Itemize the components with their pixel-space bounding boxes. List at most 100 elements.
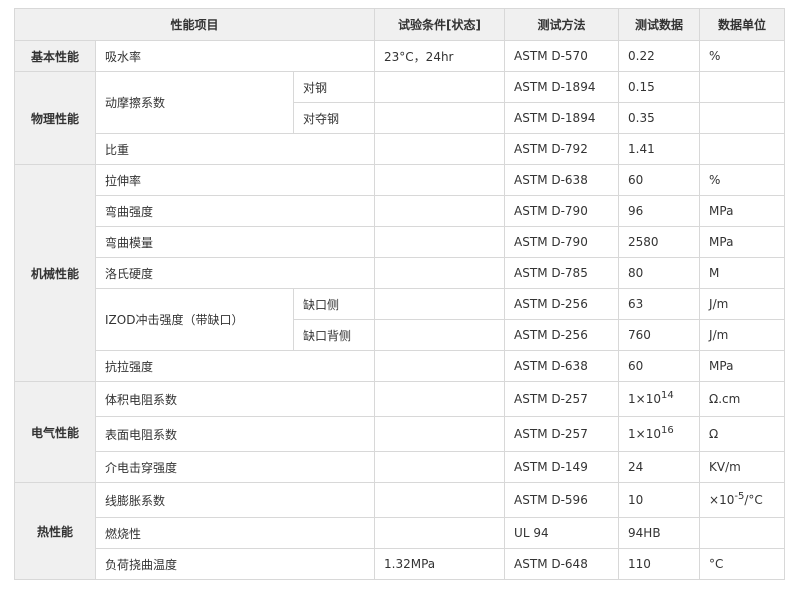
table-row: 基本性能 吸水率 23°C，24hr ASTM D-570 0.22 % xyxy=(14,40,786,72)
unit-tail: /°C xyxy=(744,493,763,507)
condition-cell xyxy=(374,517,506,549)
subitem-cell: 对夺钢 xyxy=(292,102,376,134)
unit-cell: MPa xyxy=(699,350,786,382)
item-cell: 表面电阻系数 xyxy=(94,416,376,452)
table-row: 负荷挠曲温度 1.32MPa ASTM D-648 110 °C xyxy=(15,548,786,580)
value-cell: 60 xyxy=(618,350,701,382)
item-cell: 体积电阻系数 xyxy=(94,381,376,417)
value-exponent: 16 xyxy=(661,425,674,436)
subitem-cell: 对钢 xyxy=(292,71,376,103)
value-cell: 1×1016 xyxy=(618,416,701,452)
condition-cell xyxy=(374,482,506,518)
method-cell: ASTM D-790 xyxy=(504,226,620,258)
method-cell: ASTM D-596 xyxy=(504,482,620,518)
condition-cell xyxy=(374,381,506,417)
unit-cell: J/m xyxy=(699,288,786,320)
condition-cell xyxy=(374,257,506,289)
method-cell: ASTM D-570 xyxy=(504,40,620,72)
category-thermal: 热性能 xyxy=(14,482,96,580)
unit-cell: KV/m xyxy=(699,451,786,483)
unit-cell: °C xyxy=(699,548,786,580)
table-row: 弯曲强度 ASTM D-790 96 MPa xyxy=(15,195,786,227)
value-cell: 80 xyxy=(618,257,701,289)
condition-cell xyxy=(374,164,506,196)
method-cell: ASTM D-648 xyxy=(504,548,620,580)
method-cell: ASTM D-149 xyxy=(504,451,620,483)
condition-cell xyxy=(374,350,506,382)
table-row: 电气性能 体积电阻系数 ASTM D-257 1×1014 Ω.cm xyxy=(14,381,786,483)
unit-cell xyxy=(699,102,786,134)
table-row: 弯曲模量 ASTM D-790 2580 MPa xyxy=(15,226,786,258)
item-cell: 燃烧性 xyxy=(94,517,376,549)
table-row: 燃烧性 UL 94 94HB xyxy=(15,517,786,549)
header-value: 测试数据 xyxy=(618,8,701,41)
condition-cell xyxy=(374,102,506,134)
value-base: 1×10 xyxy=(628,427,661,441)
unit-base: ×10 xyxy=(709,493,735,507)
unit-cell: Ω.cm xyxy=(699,381,786,417)
category-mechanical: 机械性能 xyxy=(14,164,96,382)
category-basic: 基本性能 xyxy=(14,40,96,72)
subitem-cell: 缺口侧 xyxy=(292,288,376,320)
condition-cell xyxy=(374,288,506,320)
unit-cell: Ω xyxy=(699,416,786,452)
unit-cell xyxy=(699,133,786,165)
method-cell: ASTM D-638 xyxy=(504,164,620,196)
item-cell: 拉伸率 xyxy=(94,164,376,196)
category-physical: 物理性能 xyxy=(14,71,96,165)
condition-cell xyxy=(374,71,506,103)
condition-cell xyxy=(374,451,506,483)
value-cell: 60 xyxy=(618,164,701,196)
header-method: 测试方法 xyxy=(504,8,620,41)
header-item: 性能项目 xyxy=(13,8,376,41)
condition-cell xyxy=(374,319,506,351)
method-cell: ASTM D-792 xyxy=(504,133,620,165)
value-cell: 760 xyxy=(618,319,701,351)
item-cell: 吸水率 xyxy=(94,40,376,72)
unit-cell xyxy=(699,517,786,549)
table-row: 比重 ASTM D-792 1.41 xyxy=(15,133,786,165)
value-cell: 0.22 xyxy=(618,40,701,72)
table-row: IZOD冲击强度（带缺口） 缺口侧 ASTM D-256 63 J/m xyxy=(15,288,786,351)
unit-cell: % xyxy=(699,40,786,72)
table-row: 物理性能 动摩擦系数 对钢 ASTM D-1894 0.15 xyxy=(14,71,786,165)
table-row: 洛氏硬度 ASTM D-785 80 M xyxy=(15,257,786,289)
method-cell: ASTM D-790 xyxy=(504,195,620,227)
value-cell: 2580 xyxy=(618,226,701,258)
unit-exponent: -5 xyxy=(734,491,745,502)
table-row: 机械性能 拉伸率 ASTM D-638 60 % xyxy=(14,164,786,382)
item-cell: 弯曲模量 xyxy=(94,226,376,258)
value-cell: 0.15 xyxy=(618,71,701,103)
method-cell: ASTM D-638 xyxy=(504,350,620,382)
item-cell: 介电击穿强度 xyxy=(94,451,376,483)
condition-cell xyxy=(374,416,506,452)
item-cell: 抗拉强度 xyxy=(94,350,376,382)
item-cell: 弯曲强度 xyxy=(94,195,376,227)
unit-cell xyxy=(699,71,786,103)
item-cell: 负荷挠曲温度 xyxy=(94,548,376,580)
condition-cell: 23°C，24hr xyxy=(374,40,506,72)
item-cell: IZOD冲击强度（带缺口） xyxy=(95,288,294,351)
condition-cell xyxy=(374,226,506,258)
unit-cell: ×10-5/°C xyxy=(699,482,786,518)
condition-cell: 1.32MPa xyxy=(374,548,506,580)
method-cell: ASTM D-256 xyxy=(504,319,620,351)
header-row: 性能项目 试验条件[状态] 测试方法 测试数据 数据单位 xyxy=(13,8,786,41)
table-row: 介电击穿强度 ASTM D-149 24 KV/m xyxy=(15,451,786,483)
method-cell: ASTM D-257 xyxy=(504,416,620,452)
item-cell: 洛氏硬度 xyxy=(94,257,376,289)
method-cell: ASTM D-785 xyxy=(504,257,620,289)
header-condition: 试验条件[状态] xyxy=(374,8,506,41)
value-cell: 1.41 xyxy=(618,133,701,165)
value-cell: 110 xyxy=(618,548,701,580)
unit-cell: M xyxy=(699,257,786,289)
value-exponent: 14 xyxy=(661,390,674,401)
method-cell: ASTM D-257 xyxy=(504,381,620,417)
value-cell: 10 xyxy=(618,482,701,518)
item-cell: 线膨胀系数 xyxy=(94,482,376,518)
value-base: 1×10 xyxy=(628,392,661,406)
method-cell: UL 94 xyxy=(504,517,620,549)
table-row: 抗拉强度 ASTM D-638 60 MPa xyxy=(15,350,786,382)
item-cell: 动摩擦系数 xyxy=(95,71,294,134)
unit-cell: MPa xyxy=(699,226,786,258)
